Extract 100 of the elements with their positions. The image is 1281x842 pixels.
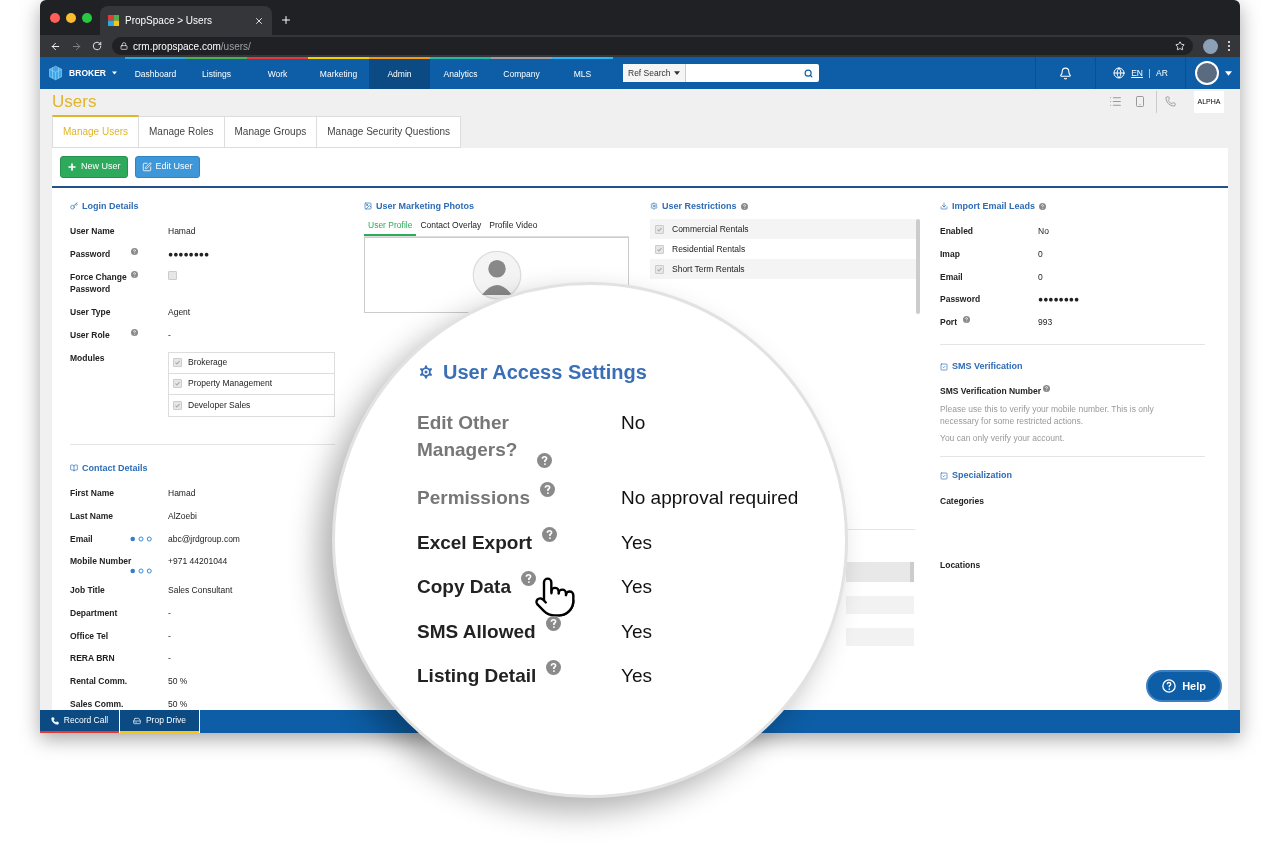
help-icon bbox=[540, 482, 555, 497]
tab[interactable]: Manage Groups bbox=[224, 115, 318, 148]
setting-value: Yes bbox=[621, 619, 652, 644]
drive-icon bbox=[132, 716, 141, 725]
browser-tab[interactable]: PropSpace > Users bbox=[100, 6, 272, 35]
field-label: Email bbox=[940, 270, 963, 284]
field-label: RERA BRN bbox=[70, 652, 115, 665]
setting-value: Yes bbox=[621, 575, 652, 599]
gear-icon bbox=[417, 363, 435, 381]
question-icon bbox=[1162, 679, 1177, 693]
minimize-window-icon[interactable] bbox=[66, 13, 76, 23]
cube-logo-icon bbox=[48, 64, 64, 82]
help-icon bbox=[1043, 385, 1051, 393]
profile-avatar[interactable] bbox=[1203, 38, 1218, 54]
module-label: Property Management bbox=[188, 377, 273, 390]
checkbox[interactable] bbox=[173, 400, 182, 410]
field-value: - bbox=[168, 652, 171, 665]
field-value: Sales Consultant bbox=[168, 584, 233, 597]
list-view-icon[interactable] bbox=[1109, 95, 1122, 109]
download-icon bbox=[940, 202, 948, 211]
module-label: Brokerage bbox=[188, 356, 228, 369]
address-bar[interactable]: crm.propspace.com/users/ bbox=[112, 37, 1193, 55]
field-value: abc@jrdgroup.com bbox=[168, 532, 240, 546]
field-value: ●●●●●●●● bbox=[1038, 293, 1080, 306]
field-label: Locations bbox=[940, 559, 982, 572]
setting-value: No bbox=[621, 411, 646, 435]
setting-value: Yes bbox=[621, 530, 652, 555]
field-label: First Name bbox=[70, 487, 114, 500]
help-icon bbox=[963, 316, 970, 323]
maximize-window-icon[interactable] bbox=[82, 13, 92, 23]
section-heading: User Marketing Photos bbox=[376, 199, 475, 213]
bottom-bar-button[interactable]: Record Call bbox=[40, 710, 119, 731]
caret-icon[interactable] bbox=[111, 71, 117, 75]
app-logo-icon bbox=[108, 15, 119, 26]
field-label: Categories bbox=[940, 494, 985, 508]
scrollbar[interactable] bbox=[916, 219, 920, 314]
input-field[interactable] bbox=[846, 562, 914, 582]
new-tab-icon[interactable] bbox=[280, 14, 292, 26]
field-value: 50 % bbox=[168, 675, 188, 688]
image-icon bbox=[364, 202, 372, 211]
page-title: Users bbox=[52, 91, 97, 113]
field-value: AlZoebi bbox=[168, 509, 197, 523]
section-heading: SMS Verification bbox=[952, 359, 1023, 373]
checkbox[interactable] bbox=[168, 270, 177, 280]
field-label: User Type bbox=[70, 306, 112, 319]
field-value: Hamad bbox=[168, 225, 196, 238]
notifications-icon[interactable] bbox=[1059, 66, 1072, 80]
bookmark-star-icon[interactable] bbox=[1175, 41, 1185, 51]
field-value: Hamad bbox=[168, 487, 196, 500]
user-avatar[interactable] bbox=[1194, 61, 1219, 85]
phone-icon bbox=[50, 716, 59, 725]
field-label: Rental Comm. bbox=[70, 675, 128, 688]
book-icon bbox=[70, 464, 78, 473]
close-tab-icon[interactable] bbox=[254, 15, 264, 26]
field-label: Port bbox=[940, 316, 957, 329]
field-value: Agent bbox=[168, 306, 191, 319]
forward-icon[interactable] bbox=[71, 40, 82, 52]
field-label: Imap bbox=[940, 247, 960, 261]
language-link[interactable]: EN bbox=[1131, 66, 1143, 80]
tab[interactable]: Manage Security Questions bbox=[317, 115, 462, 148]
restriction-label: Residential Rentals bbox=[672, 242, 746, 256]
checkbox[interactable] bbox=[173, 358, 182, 367]
language-link[interactable]: AR bbox=[1156, 66, 1168, 80]
setting-label: Edit Other Managers? bbox=[417, 411, 519, 462]
checkbox[interactable] bbox=[655, 244, 664, 254]
field-label: Enabled bbox=[940, 225, 974, 238]
bottom-bar-button[interactable]: Prop Drive bbox=[120, 710, 199, 731]
search-icon[interactable] bbox=[804, 68, 813, 78]
section-heading: User Access Settings bbox=[443, 360, 647, 385]
back-icon[interactable] bbox=[50, 40, 61, 52]
help-text: You can only verify your account. bbox=[940, 432, 1066, 444]
photo-tab[interactable]: Contact Overlay bbox=[416, 219, 486, 236]
field-value: - bbox=[168, 629, 171, 643]
close-window-icon[interactable] bbox=[50, 13, 60, 23]
field-value: 0 bbox=[1038, 247, 1043, 261]
setting-label: Excel Export bbox=[417, 530, 533, 555]
setting-value: Yes bbox=[621, 664, 652, 688]
role-menu[interactable]: BROKER bbox=[69, 66, 106, 80]
reload-icon[interactable] bbox=[92, 41, 102, 51]
tab[interactable]: Manage Roles bbox=[139, 115, 225, 148]
mobile-icon[interactable] bbox=[1134, 95, 1146, 109]
restriction-label: Commercial Rentals bbox=[672, 222, 749, 236]
checkbox[interactable] bbox=[173, 379, 182, 388]
verification-dots-icon bbox=[130, 535, 152, 542]
setting-label: SMS Allowed bbox=[417, 619, 536, 644]
checkbox[interactable] bbox=[655, 224, 664, 234]
section-heading: Import Email Leads bbox=[952, 199, 1036, 213]
section-heading: Contact Details bbox=[82, 461, 148, 475]
search-type-dropdown[interactable]: Ref Search bbox=[623, 64, 686, 82]
help-button[interactable]: Help bbox=[1146, 670, 1222, 702]
field-value: No bbox=[1038, 225, 1049, 238]
help-icon bbox=[537, 453, 552, 468]
section-heading: Login Details bbox=[82, 199, 139, 213]
phone-icon[interactable] bbox=[1165, 96, 1176, 108]
caret-icon[interactable] bbox=[1224, 70, 1232, 76]
nav-tab[interactable]: Admin bbox=[369, 57, 430, 89]
checkbox[interactable] bbox=[655, 264, 664, 274]
gear-icon bbox=[650, 202, 658, 211]
key-icon bbox=[70, 202, 78, 211]
photo-tab[interactable]: Profile Video bbox=[485, 219, 542, 236]
